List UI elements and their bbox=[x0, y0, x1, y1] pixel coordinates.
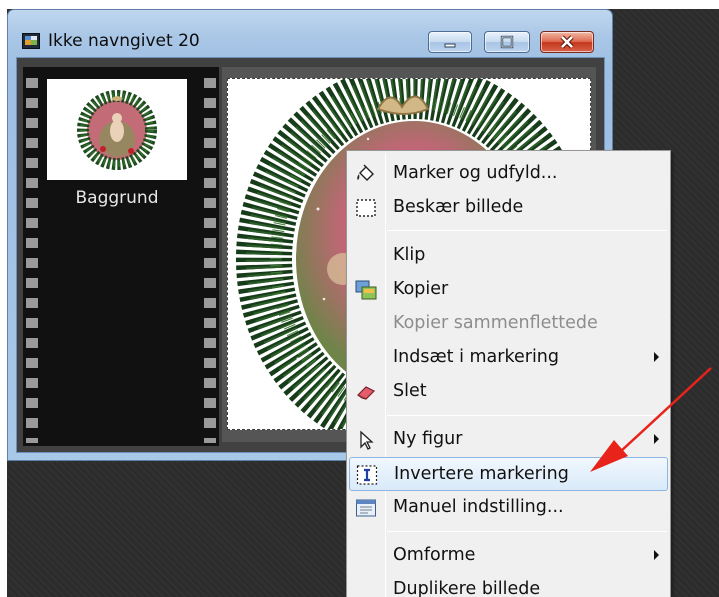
arrow-head-icon bbox=[590, 440, 628, 472]
annotation-arrow bbox=[590, 367, 712, 472]
